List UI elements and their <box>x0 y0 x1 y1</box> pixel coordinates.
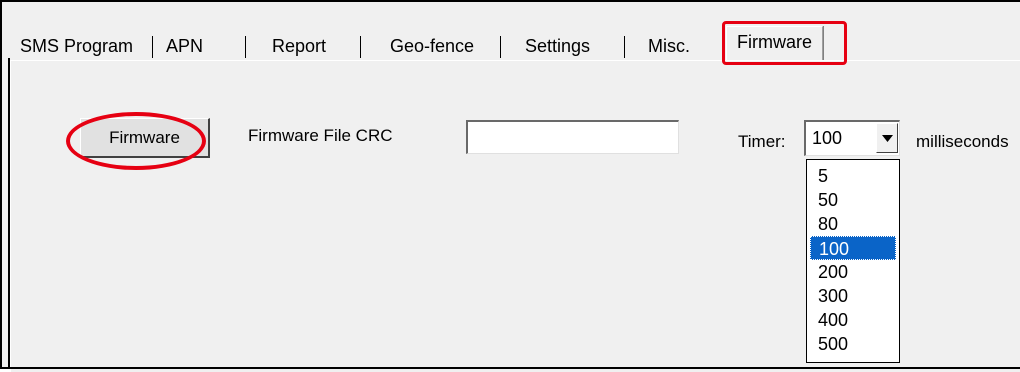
tab-apn[interactable]: APN <box>156 32 213 60</box>
tab-separator <box>500 36 501 58</box>
units-label: milliseconds <box>916 132 1009 151</box>
timer-option[interactable]: 500 <box>810 332 896 356</box>
timer-option[interactable]: 80 <box>810 212 896 236</box>
dialog-frame: SMS Program APN Report Geo-fence Setting… <box>0 0 1020 372</box>
tab-firmware[interactable]: Firmware <box>726 26 823 60</box>
tab-separator <box>245 36 246 58</box>
crc-label: Firmware File CRC <box>248 126 393 145</box>
tab-separator <box>360 36 361 58</box>
timer-option[interactable]: 100 <box>810 236 896 260</box>
triangle-down-icon[interactable] <box>876 123 898 153</box>
timer-combobox-value: 100 <box>812 128 843 148</box>
tab-misc[interactable]: Misc. <box>638 32 700 60</box>
firmware-button[interactable]: Firmware <box>80 118 210 158</box>
tab-sms-program[interactable]: SMS Program <box>10 32 143 60</box>
crc-input[interactable] <box>466 120 679 154</box>
tab-separator <box>152 36 153 58</box>
tab-separator <box>624 36 625 58</box>
timer-option[interactable]: 200 <box>810 260 896 284</box>
frame-border-left <box>8 58 10 369</box>
tab-settings[interactable]: Settings <box>515 32 600 60</box>
timer-dropdown-list: 5 50 80 100 200 300 400 500 <box>806 159 900 363</box>
timer-option[interactable]: 400 <box>810 308 896 332</box>
timer-option[interactable]: 5 <box>810 164 896 188</box>
timer-label: Timer: <box>738 132 786 151</box>
tab-geo-fence[interactable]: Geo-fence <box>380 32 484 60</box>
timer-option[interactable]: 50 <box>810 188 896 212</box>
timer-option[interactable]: 300 <box>810 284 896 308</box>
tab-strip: SMS Program APN Report Geo-fence Setting… <box>10 26 1020 62</box>
tab-report[interactable]: Report <box>262 32 336 60</box>
timer-combobox[interactable]: 100 <box>804 120 900 156</box>
